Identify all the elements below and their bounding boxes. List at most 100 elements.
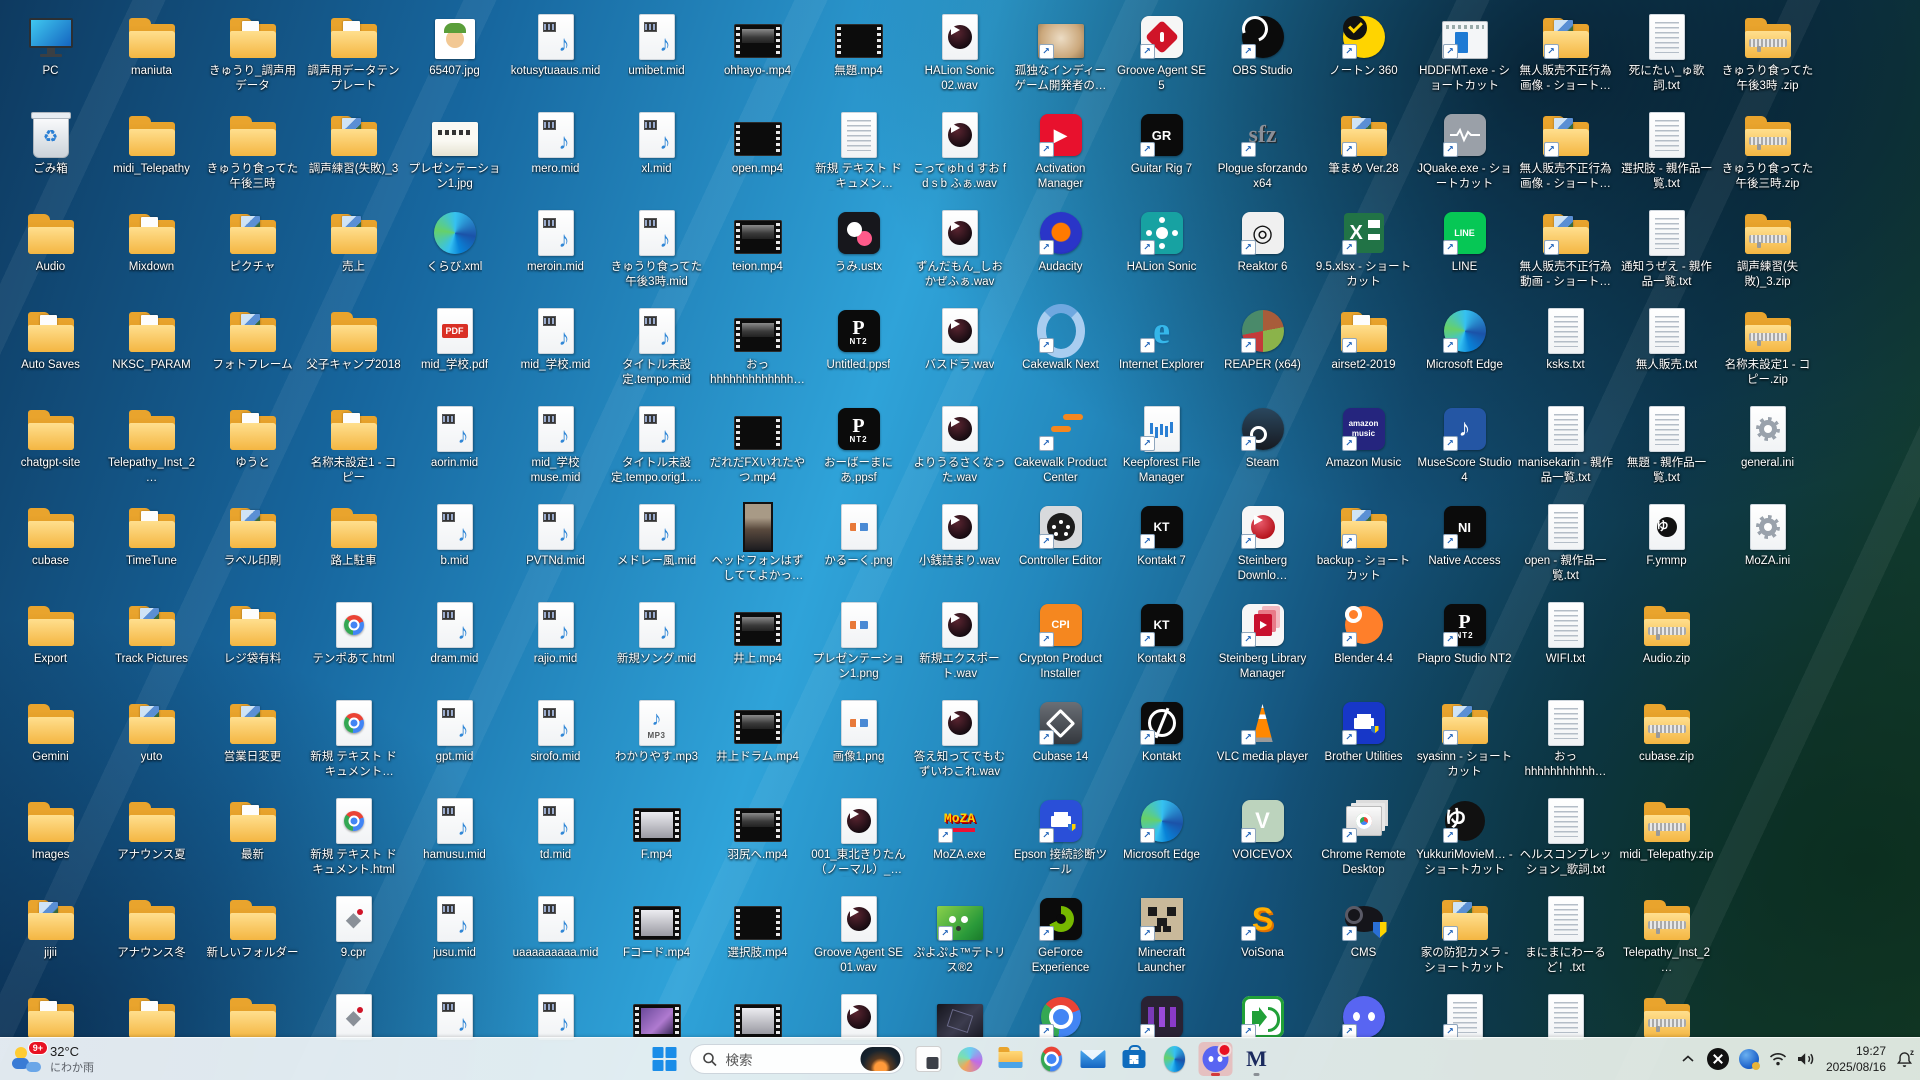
desktop-icon[interactable]: ↗無人販売不正行為 画像 - ショートカッ…	[1515, 0, 1616, 98]
desktop-icon[interactable]: ↗筆まめ Ver.28	[1313, 98, 1414, 196]
desktop-icon[interactable]: ♪b.mid	[404, 490, 505, 588]
desktop-icon[interactable]: かるーく.png	[808, 490, 909, 588]
desktop-icon[interactable]: ♪↗MuseScore Studio 4	[1414, 392, 1515, 490]
desktop-icon[interactable]: ▶↗Activation Manager	[1010, 98, 1111, 196]
desktop-icon[interactable]: Gemini	[0, 686, 101, 784]
desktop-icon[interactable]: ↗Audacity	[1010, 196, 1111, 294]
desktop-icon[interactable]: ↗Steam	[1212, 392, 1313, 490]
desktop-icon[interactable]: ピクチャ	[202, 196, 303, 294]
tray-blue-sphere-icon[interactable]	[1739, 1049, 1759, 1069]
desktop-icon[interactable]: ↗Epson 接続診断ツール	[1010, 784, 1111, 882]
desktop-icon[interactable]: Groove Agent SE 01.wav	[808, 882, 909, 980]
desktop-icon[interactable]: S↗VoiSona	[1212, 882, 1313, 980]
desktop-icon[interactable]: NI↗Native Access	[1414, 490, 1515, 588]
desktop-icon[interactable]: ↗Keepforest File Manager	[1111, 392, 1212, 490]
desktop-icon[interactable]: ↗ぷよぷよ™テトリス®2	[909, 882, 1010, 980]
taskbar-app-copilot[interactable]	[953, 1042, 987, 1076]
desktop-icon[interactable]: 営業日変更	[202, 686, 303, 784]
taskbar-app-file-explorer[interactable]	[994, 1042, 1028, 1076]
desktop-icon[interactable]: 選択肢 - 親作品一覧.txt	[1616, 98, 1717, 196]
desktop-icon[interactable]: ♪PVTNd.mid	[505, 490, 606, 588]
taskbar-app-chrome[interactable]	[1035, 1042, 1069, 1076]
desktop-icon[interactable]: MoZA.ini	[1717, 490, 1818, 588]
desktop-icon[interactable]: ♻ごみ箱	[0, 98, 101, 196]
desktop-icon[interactable]: 調声用データテンプレート	[303, 0, 404, 98]
desktop-icon[interactable]: 新規 テキスト ドキュメント.musicxml	[808, 98, 909, 196]
desktop-icon[interactable]: NKSC_PARAM	[101, 294, 202, 392]
desktop-icon[interactable]: chatgpt-site	[0, 392, 101, 490]
desktop-icon[interactable]: ↗GeForce Experience	[1010, 882, 1111, 980]
start-button[interactable]	[647, 1041, 683, 1077]
desktop-icon[interactable]: ↗Steinberg Downlo…	[1212, 490, 1313, 588]
desktop-icon[interactable]: PC	[0, 0, 101, 98]
desktop-icon[interactable]: ♪kotusytuaaus.mid	[505, 0, 606, 98]
desktop-icon[interactable]: 新規 テキスト ドキュメント (2).html	[303, 686, 404, 784]
desktop-icon[interactable]: open - 親作品一覧.txt	[1515, 490, 1616, 588]
desktop-icon[interactable]: アナウンス夏	[101, 784, 202, 882]
taskbar-app-mail[interactable]	[1076, 1042, 1110, 1076]
taskbar-app-task-view[interactable]	[912, 1042, 946, 1076]
desktop-icon[interactable]: 新規 テキスト ドキュメント.html	[303, 784, 404, 882]
desktop-icon[interactable]: 死にたい_ゅ歌詞.txt	[1616, 0, 1717, 98]
desktop-icon[interactable]: ↗Blender 4.4	[1313, 588, 1414, 686]
desktop-icon[interactable]: ♪新規ソング.mid	[606, 588, 707, 686]
desktop-icon[interactable]: うみ.ustx	[808, 196, 909, 294]
desktop-icon[interactable]: PNT2おーばーまにあ.ppsf	[808, 392, 909, 490]
desktop-icon[interactable]: 小銭詰まり.wav	[909, 490, 1010, 588]
desktop-icon[interactable]: ♪mid_学校 muse.mid	[505, 392, 606, 490]
desktop-icon[interactable]: ♪dram.mid	[404, 588, 505, 686]
desktop-icon[interactable]: Auto Saves	[0, 294, 101, 392]
desktop-icon[interactable]: ↗無人販売不正行為 動画 - ショートカット	[1515, 196, 1616, 294]
desktop-icon[interactable]: ↗OBS Studio	[1212, 0, 1313, 98]
desktop-icon[interactable]: 井上ドラム.mp4	[707, 686, 808, 784]
volume-icon[interactable]	[1797, 1038, 1816, 1080]
desktop-icon[interactable]: e↗Internet Explorer	[1111, 294, 1212, 392]
desktop-icon[interactable]: sfz↗Plogue sforzando x64	[1212, 98, 1313, 196]
desktop-icon[interactable]: Images	[0, 784, 101, 882]
desktop-icon[interactable]: ◎↗Reaktor 6	[1212, 196, 1313, 294]
desktop-icon[interactable]: KT↗Kontakt 7	[1111, 490, 1212, 588]
desktop-icon[interactable]: ↗Brother Utilities	[1313, 686, 1414, 784]
desktop-icon[interactable]: ♪uaaaaaaaaa.mid	[505, 882, 606, 980]
desktop-icon[interactable]: Audio	[0, 196, 101, 294]
desktop-icon[interactable]: CPI↗Crypton Product Installer	[1010, 588, 1111, 686]
desktop-icon[interactable]: ↗孤独なインディーゲーム開発者の一生 …	[1010, 0, 1111, 98]
desktop-icon[interactable]: 調声練習(失敗)_3.zip	[1717, 196, 1818, 294]
desktop-icon[interactable]: 名称未設定1 - コピー.zip	[1717, 294, 1818, 392]
desktop-icon[interactable]: jijii	[0, 882, 101, 980]
desktop-icon[interactable]: LINE↗LINE	[1414, 196, 1515, 294]
desktop-icon[interactable]: ↗Cubase 14	[1010, 686, 1111, 784]
desktop-icon[interactable]: 選択肢.mp4	[707, 882, 808, 980]
desktop-icon[interactable]: V↗VOICEVOX	[1212, 784, 1313, 882]
desktop-icon[interactable]: ♪td.mid	[505, 784, 606, 882]
desktop-icon[interactable]: Telepathy_Inst_2…	[101, 392, 202, 490]
desktop-icon[interactable]: バスドラ.wav	[909, 294, 1010, 392]
desktop-icon[interactable]: Track Pictures	[101, 588, 202, 686]
desktop-icon[interactable]: ↗Minecraft Launcher	[1111, 882, 1212, 980]
desktop-icon[interactable]: ♪hamusu.mid	[404, 784, 505, 882]
desktop-icon[interactable]: 父子キャンプ2018	[303, 294, 404, 392]
desktop-icon[interactable]: teion.mp4	[707, 196, 808, 294]
desktop-icon[interactable]: きゅうり食ってた午後3時 .zip	[1717, 0, 1818, 98]
desktop-icon[interactable]: ♪mero.mid	[505, 98, 606, 196]
desktop-icon[interactable]: ↗REAPER (x64)	[1212, 294, 1313, 392]
desktop-icon[interactable]: 65407.jpg	[404, 0, 505, 98]
tray-clock[interactable]: 19:27 2025/08/16	[1826, 1043, 1886, 1075]
desktop-icon[interactable]: ↗Kontakt	[1111, 686, 1212, 784]
desktop-icon[interactable]: ↗Controller Editor	[1010, 490, 1111, 588]
desktop-icon[interactable]: 調声練習(失敗)_3	[303, 98, 404, 196]
desktop-icon[interactable]: ↗VLC media player	[1212, 686, 1313, 784]
desktop-icon[interactable]: ♪タイトル未設定.tempo.mid	[606, 294, 707, 392]
desktop-icon[interactable]: ↗HALion Sonic	[1111, 196, 1212, 294]
desktop-icon[interactable]: ↗Groove Agent SE 5	[1111, 0, 1212, 98]
notification-bell-icon[interactable]: z	[1896, 1038, 1914, 1080]
desktop-icon[interactable]: 無人販売.txt	[1616, 294, 1717, 392]
weather-widget[interactable]: 9+ 32°C にわか雨	[6, 1038, 100, 1080]
taskbar-app-microsoft-store[interactable]	[1117, 1042, 1151, 1076]
desktop-icon[interactable]: maniuta	[101, 0, 202, 98]
desktop-icon[interactable]: ♪rajio.mid	[505, 588, 606, 686]
desktop-icon[interactable]: ♪タイトル未設定.tempo.orig1.mid	[606, 392, 707, 490]
desktop-icon[interactable]: 通知うぜえ - 親作品一覧.txt	[1616, 196, 1717, 294]
desktop-icon[interactable]: ♪umibet.mid	[606, 0, 707, 98]
desktop-icon[interactable]: ↗Microsoft Edge	[1111, 784, 1212, 882]
